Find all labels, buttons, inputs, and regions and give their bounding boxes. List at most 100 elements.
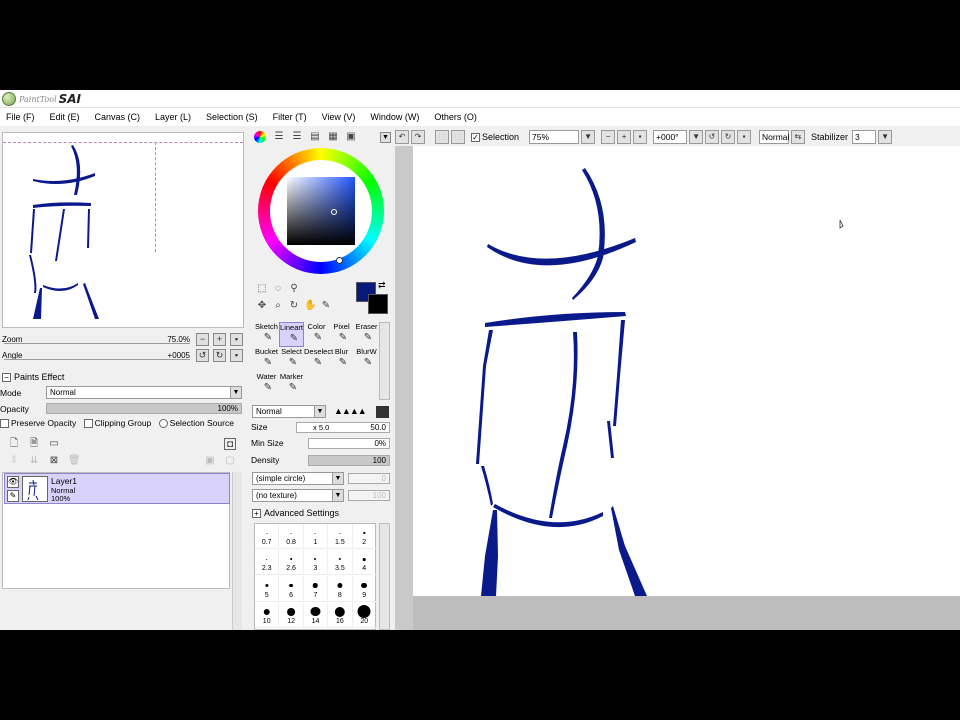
swatches-tab-icon[interactable]: ▦ — [325, 130, 341, 143]
drawing-canvas[interactable] — [413, 146, 960, 596]
rotate-left-icon[interactable]: ↺ — [705, 130, 720, 144]
collapse-icon[interactable]: − — [2, 372, 11, 382]
brush-size-preset[interactable]: 4 — [352, 550, 377, 576]
layer-scrollbar[interactable] — [232, 472, 242, 630]
clipping-group-checkbox[interactable] — [83, 419, 93, 429]
pen-lock-icon[interactable]: ✎ — [7, 490, 19, 502]
navigator-preview[interactable] — [2, 132, 244, 328]
density-slider[interactable]: 100 — [308, 455, 390, 466]
eyedropper-icon[interactable]: ✎ — [320, 300, 332, 312]
rotate-reset-icon[interactable]: ▪ — [737, 130, 752, 144]
view-mode-field[interactable]: Normal — [759, 130, 789, 144]
deselect-icon[interactable]: ⬚ — [435, 130, 449, 144]
hand-icon[interactable]: ✋ — [304, 300, 316, 312]
swap-colors-icon[interactable]: ⇄ — [378, 280, 386, 291]
size-multiplier[interactable]: x 5.0 — [313, 423, 329, 432]
brush-size-preset[interactable]: 0.8 — [279, 524, 304, 549]
layer-mask-icon[interactable]: ◘ — [224, 438, 236, 450]
brush-size-preset[interactable]: 0.7 — [255, 524, 280, 549]
preserve-opacity-checkbox[interactable] — [0, 419, 9, 429]
tool-blurw[interactable]: BlurW ✎ — [354, 347, 379, 372]
hsv-slider-tab-icon[interactable]: ☰ — [289, 130, 305, 143]
tool-deselect[interactable]: Deselect ✎ — [304, 347, 333, 372]
brush-size-preset[interactable]: 5 — [255, 576, 280, 602]
tool-color[interactable]: Color ✎ — [304, 322, 329, 347]
tool-eraser[interactable]: Eraser ✎ — [354, 322, 379, 347]
move-icon[interactable]: ✥ — [256, 300, 268, 312]
brush-size-preset[interactable]: 2 — [352, 524, 377, 549]
tool-marker[interactable]: Marker ✎ — [279, 372, 304, 397]
blend-mode-select[interactable]: Normal ▼ — [46, 386, 242, 399]
transfer-down-icon[interactable]: ⇩ — [8, 455, 20, 467]
new-layer-icon[interactable]: 🗋 — [8, 438, 20, 450]
merge-down-icon[interactable]: ⇊ — [28, 455, 40, 467]
eye-icon[interactable]: 👁 — [7, 476, 19, 488]
tool-pixel[interactable]: Pixel ✎ — [329, 322, 354, 347]
lasso-icon[interactable]: ◌ — [272, 283, 284, 295]
brush-size-preset[interactable]: 16 — [328, 602, 353, 628]
menu-others[interactable]: Others (O) — [432, 112, 479, 122]
brush-size-preset[interactable]: 6 — [279, 576, 304, 602]
brush-size-preset[interactable]: 8 — [328, 576, 353, 602]
tool-sketch[interactable]: Sketch ✎ — [254, 322, 279, 347]
brush-edge-hardness-icons[interactable]: ▲▲▲▲ — [334, 406, 367, 416]
brush-preset-scrollbar[interactable] — [379, 523, 390, 630]
redo-icon[interactable]: ↷ — [411, 130, 425, 144]
undo-icon[interactable]: ↶ — [395, 130, 409, 144]
canvas-area[interactable] — [395, 146, 960, 630]
brush-size-preset[interactable]: 7 — [303, 576, 329, 602]
menu-layer[interactable]: Layer (L) — [153, 112, 193, 122]
new-folder-icon[interactable]: ▭ — [48, 438, 60, 450]
brush-size-preset[interactable]: 2.6 — [279, 550, 304, 576]
paints-effect-header[interactable]: − Paints Effect — [2, 372, 64, 382]
rotate-reset-button[interactable]: ▪ — [230, 349, 243, 362]
magic-wand-icon[interactable]: ⚲ — [288, 283, 300, 295]
zoom-in-button[interactable]: + — [213, 333, 226, 346]
clear-layer-icon[interactable]: ⊠ — [48, 455, 60, 467]
opacity-slider[interactable]: 100% — [46, 403, 242, 414]
brush-size-preset[interactable]: 2.3 — [255, 550, 280, 576]
menu-file[interactable]: File (F) — [4, 112, 37, 122]
new-linework-layer-icon[interactable]: 🗎 — [28, 438, 40, 450]
secondary-color-swatch[interactable] — [368, 294, 388, 314]
saturation-value-square[interactable] — [287, 177, 355, 245]
brush-shape-strength[interactable]: 0 — [348, 473, 390, 484]
intermediate-color-tab-icon[interactable]: ▤ — [307, 130, 323, 143]
rotate-left-button[interactable]: ↺ — [196, 349, 209, 362]
rotate-right-icon[interactable]: ↻ — [721, 130, 736, 144]
zoom-in-icon[interactable]: + — [617, 130, 632, 144]
delete-layer-icon[interactable]: 🗑 — [68, 455, 81, 467]
tool-blur[interactable]: Blur ✎ — [329, 347, 354, 372]
tool-select[interactable]: Select ✎ — [279, 347, 304, 372]
brush-size-preset[interactable]: 1 — [303, 524, 329, 549]
selection-source-radio[interactable] — [158, 419, 168, 429]
zoom-slider[interactable] — [4, 343, 190, 346]
zoom-dropdown-icon[interactable]: ▼ — [581, 130, 596, 144]
size-slider[interactable]: x 5.0 50.0 — [296, 422, 390, 433]
brush-texture-select[interactable]: (no texture) ▼ — [252, 489, 344, 502]
stabilizer-field[interactable]: 3 — [852, 130, 877, 144]
brush-size-preset[interactable]: 20 — [352, 602, 377, 628]
color-wheel[interactable] — [258, 148, 384, 274]
angle-slider[interactable] — [4, 359, 190, 362]
menu-edit[interactable]: Edit (E) — [48, 112, 82, 122]
layer-item[interactable]: 👁 ✎ Layer1 Normal 100% — [4, 473, 230, 504]
rect-select-icon[interactable]: ⬚ — [256, 283, 268, 295]
menu-window[interactable]: Window (W) — [368, 112, 421, 122]
zoom-reset-button[interactable]: ▪ — [230, 333, 243, 346]
rgb-slider-tab-icon[interactable]: ☰ — [271, 130, 287, 143]
zoom-field[interactable]: 75% — [529, 130, 580, 144]
rotate-right-button[interactable]: ↻ — [213, 349, 226, 362]
brush-size-preset[interactable]: 3.5 — [328, 550, 353, 576]
brush-size-preset[interactable]: 12 — [279, 602, 304, 628]
brush-size-preset[interactable]: 14 — [303, 602, 329, 628]
apply-mask-icon[interactable]: ▣ — [204, 455, 216, 467]
zoom-out-icon[interactable]: − — [601, 130, 616, 144]
color-wheel-tab-icon[interactable] — [254, 131, 266, 143]
expand-icon[interactable]: + — [252, 508, 261, 518]
angle-dropdown-icon[interactable]: ▼ — [689, 130, 704, 144]
brush-size-preset[interactable]: 1.5 — [328, 524, 353, 549]
delete-mask-icon[interactable]: ▢ — [224, 455, 236, 467]
stabilizer-dropdown-icon[interactable]: ▼ — [878, 130, 893, 144]
tool-palette-scrollbar[interactable] — [379, 322, 390, 400]
